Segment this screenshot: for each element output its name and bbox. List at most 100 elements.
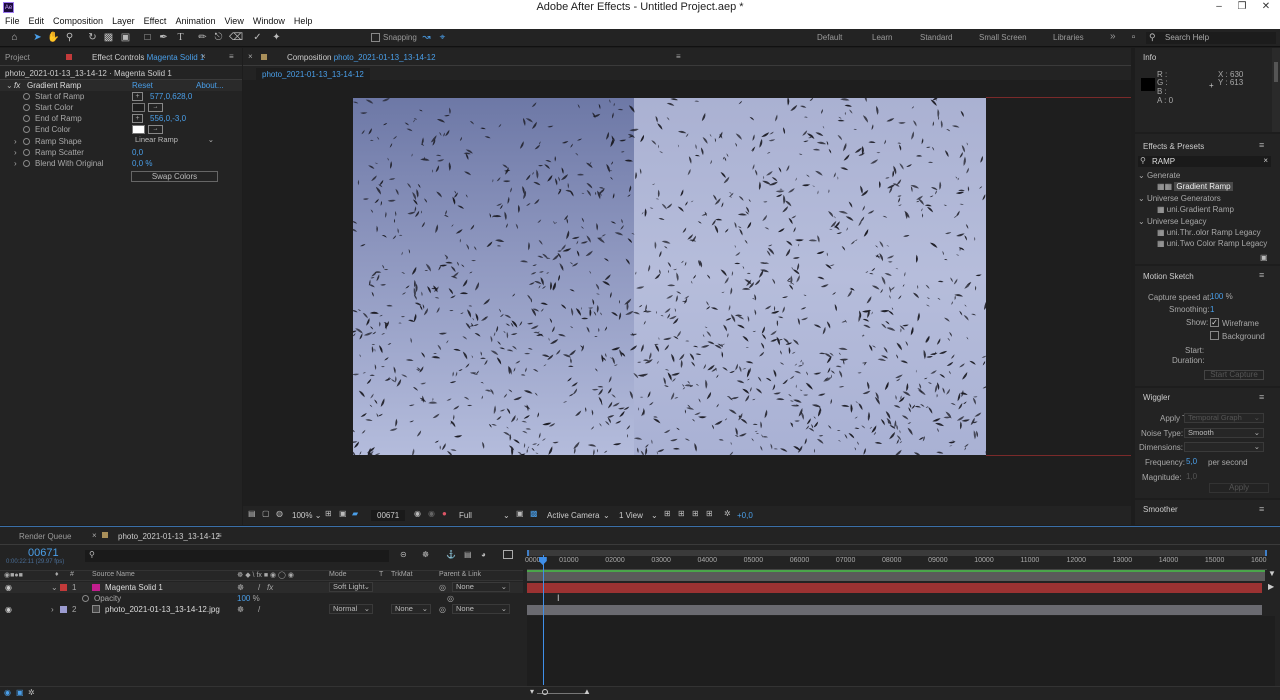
menu-view[interactable]: View bbox=[219, 15, 247, 26]
timeline-link-icon[interactable]: ⊞ bbox=[706, 509, 713, 518]
prop-value[interactable]: 556,0,-3,0 bbox=[150, 113, 186, 124]
opacity-value[interactable]: 100 % bbox=[237, 593, 260, 604]
snap-icon[interactable]: ↝ bbox=[420, 31, 433, 44]
visibility-eye-icon[interactable]: ◉ bbox=[5, 582, 12, 593]
roi-icon[interactable]: ▣ bbox=[339, 509, 347, 518]
layer-row-2[interactable]: ◉ › 2 photo_2021-01-13_13-14-12.jpg ☸ / … bbox=[0, 604, 523, 615]
menu-window[interactable]: Window bbox=[248, 15, 289, 26]
panel-close-icon[interactable]: × bbox=[248, 52, 253, 61]
color-channel-icon[interactable]: ● bbox=[442, 509, 447, 518]
expand-arrow-icon[interactable]: › bbox=[14, 158, 17, 169]
in-out-icon[interactable]: ✲ bbox=[28, 688, 35, 697]
show-snapshot-icon[interactable]: ◉ bbox=[428, 509, 435, 518]
prop-value[interactable]: 0,0 % bbox=[132, 158, 152, 169]
background-checkbox[interactable] bbox=[1210, 331, 1219, 340]
visibility-eye-icon[interactable]: ◉ bbox=[5, 604, 12, 615]
stopwatch-icon[interactable] bbox=[23, 126, 30, 133]
restore-button[interactable]: ❐ bbox=[1230, 0, 1254, 15]
timeline-timecode[interactable]: 00671 bbox=[28, 547, 59, 559]
close-button[interactable]: ✕ bbox=[1254, 0, 1278, 15]
smoothing-value[interactable]: 1 bbox=[1210, 305, 1214, 314]
panel-menu-icon[interactable]: ≡ bbox=[1259, 504, 1264, 514]
layer-search-field[interactable]: ⚲ bbox=[85, 550, 389, 562]
crosshair-icon[interactable]: + bbox=[132, 92, 143, 101]
right-scrollbar[interactable] bbox=[1272, 48, 1280, 132]
workspace-standard[interactable]: Standard bbox=[920, 33, 952, 42]
swap-colors-button[interactable]: Swap Colors bbox=[131, 171, 218, 182]
trkmat-header[interactable]: TrkMat bbox=[391, 571, 413, 578]
timeline-close-icon[interactable]: × bbox=[92, 531, 97, 540]
transparency-icon[interactable]: ▩ bbox=[530, 509, 538, 518]
panel-menu-icon[interactable]: ≡ bbox=[1259, 140, 1264, 150]
home-icon[interactable]: ⌂ bbox=[8, 31, 21, 44]
minimize-button[interactable]: – bbox=[1207, 0, 1231, 15]
eyedropper-icon[interactable]: → bbox=[148, 125, 163, 134]
quality-switch-icon[interactable]: / bbox=[258, 582, 260, 593]
parent-pickwhip-icon[interactable]: ◎ bbox=[439, 604, 446, 615]
snap-options-icon[interactable]: ⌖ bbox=[436, 31, 449, 44]
snapshot-icon[interactable]: ◉ bbox=[414, 509, 421, 518]
region-icon[interactable]: ▢ bbox=[262, 509, 270, 518]
magnitude-value[interactable]: 1,0 bbox=[1186, 472, 1197, 481]
stopwatch-icon[interactable] bbox=[82, 595, 89, 602]
panel-menu-icon[interactable]: ≡ bbox=[1259, 270, 1264, 280]
workspace-libraries[interactable]: Libraries bbox=[1053, 33, 1084, 42]
draft-3d-icon[interactable]: ☸ bbox=[422, 550, 429, 559]
trkmat-dropdown[interactable]: None ⌄ bbox=[391, 604, 431, 614]
always-preview-icon[interactable]: ▤ bbox=[248, 509, 256, 518]
shy-switch-icon[interactable]: ☸ bbox=[237, 582, 244, 593]
composition-tab[interactable]: Composition photo_2021-01-13_13-14-12 bbox=[287, 53, 436, 62]
render-queue-tab[interactable]: Render Queue bbox=[19, 532, 71, 541]
project-tab[interactable]: Project bbox=[5, 53, 30, 62]
preset-uni-two-color-ramp[interactable]: ▦ uni.Two Color Ramp Legacy bbox=[1157, 239, 1267, 248]
mode-header[interactable]: Mode bbox=[329, 571, 347, 578]
ramp-shape-dropdown[interactable]: Linear Ramp ⌄ bbox=[132, 136, 218, 146]
reset-exposure-icon[interactable]: ⊞ bbox=[678, 509, 685, 518]
graph-editor-icon[interactable] bbox=[503, 550, 513, 559]
hand-tool-icon[interactable]: ✋ bbox=[47, 31, 60, 44]
preset-gradient-ramp[interactable]: ▦▦ Gradient Ramp bbox=[1157, 182, 1233, 191]
apply-to-dropdown[interactable]: Temporal Graph ⌄ bbox=[1184, 413, 1264, 423]
clear-search-icon[interactable]: × bbox=[1263, 156, 1268, 165]
brush-tool-icon[interactable]: ✏ bbox=[196, 31, 209, 44]
layer-name[interactable]: photo_2021-01-13_13-14-12.jpg bbox=[105, 604, 220, 615]
eyedropper-icon[interactable]: → bbox=[148, 103, 163, 112]
expand-arrow-icon[interactable]: › bbox=[14, 147, 17, 158]
group-generate[interactable]: ⌄ Generate bbox=[1138, 171, 1180, 180]
zoom-out-icon[interactable]: ▾ bbox=[530, 687, 534, 696]
stopwatch-icon[interactable] bbox=[23, 93, 30, 100]
noise-type-dropdown[interactable]: Smooth ⌄ bbox=[1184, 428, 1264, 438]
camera-dropdown[interactable]: Active Camera ⌄ bbox=[547, 511, 612, 520]
search-help-field[interactable]: ⚲ Search Help bbox=[1146, 32, 1276, 44]
track-layer-1[interactable] bbox=[527, 583, 1262, 593]
stopwatch-icon[interactable] bbox=[23, 149, 30, 156]
parent-pickwhip-icon[interactable]: ◎ bbox=[439, 582, 446, 593]
menu-layer[interactable]: Layer bbox=[107, 15, 139, 26]
group-universe-legacy[interactable]: ⌄ Universe Legacy bbox=[1138, 217, 1207, 226]
layer-name[interactable]: Magenta Solid 1 bbox=[105, 582, 163, 593]
layer-label-color[interactable] bbox=[60, 606, 67, 613]
start-capture-button[interactable]: Start Capture bbox=[1204, 370, 1264, 380]
dimensions-dropdown[interactable]: ⌄ bbox=[1184, 442, 1264, 452]
work-area-bar[interactable] bbox=[527, 550, 1267, 556]
prop-value[interactable]: 577,0,628,0 bbox=[150, 91, 192, 102]
transfer-controls-icon[interactable]: ▣ bbox=[16, 688, 24, 697]
panel-menu-icon[interactable]: ≡ bbox=[217, 531, 222, 540]
frame-blending-icon[interactable]: ▤ bbox=[464, 550, 472, 559]
track-layer-2[interactable] bbox=[527, 605, 1262, 615]
exposure-value[interactable]: +0,0 bbox=[737, 511, 753, 520]
effect-controls-tab[interactable]: Effect Controls Magenta Solid 1 bbox=[92, 53, 204, 62]
flowchart-icon[interactable]: ⊞ bbox=[692, 509, 699, 518]
mode-dropdown[interactable]: Normal ⌄ bbox=[329, 604, 373, 614]
stopwatch-icon[interactable] bbox=[23, 104, 30, 111]
parent-dropdown[interactable]: None ⌄ bbox=[452, 582, 510, 592]
menu-effect[interactable]: Effect bbox=[139, 15, 171, 26]
fx-switch-icon[interactable]: fx bbox=[267, 582, 273, 593]
fast-preview-icon[interactable]: ▣ bbox=[516, 509, 524, 518]
expand-arrow-icon[interactable]: › bbox=[51, 604, 54, 615]
timeline-comp-tab[interactable]: photo_2021-01-13_13-14-12 bbox=[118, 532, 220, 541]
clone-stamp-tool-icon[interactable]: ⎋ bbox=[212, 31, 225, 44]
fx-icon[interactable]: fx bbox=[14, 80, 20, 91]
comp-duration-bar[interactable] bbox=[527, 570, 1265, 581]
expression-pickwhip-icon[interactable]: ◎ bbox=[447, 593, 454, 604]
